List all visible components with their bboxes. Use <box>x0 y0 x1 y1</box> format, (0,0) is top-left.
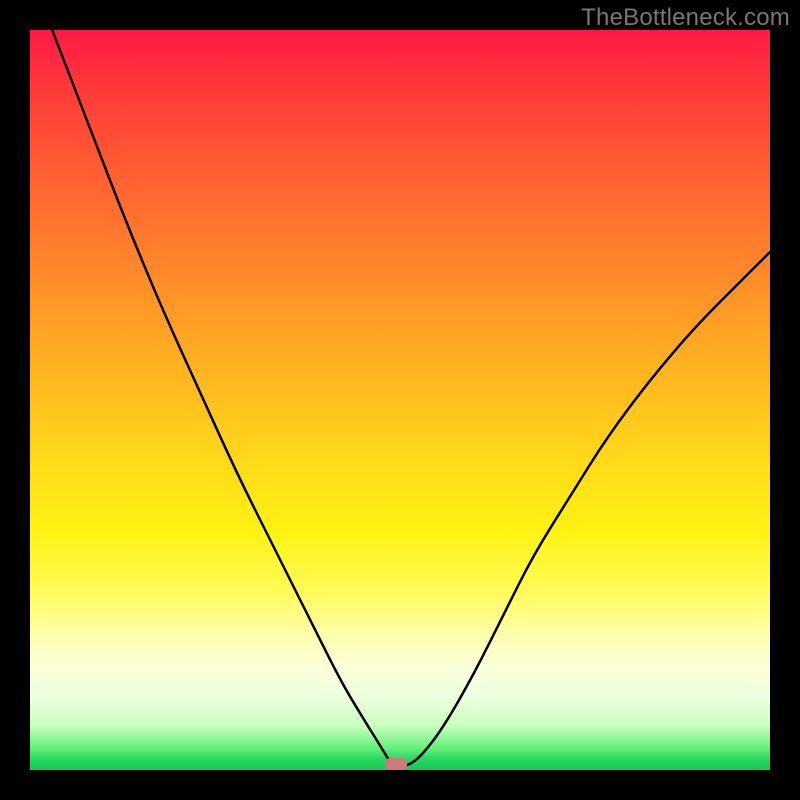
optimum-marker <box>385 758 407 770</box>
curve-layer <box>30 30 770 770</box>
plot-area <box>30 30 770 770</box>
bottleneck-curve <box>52 30 770 766</box>
watermark-text: TheBottleneck.com <box>581 4 790 32</box>
chart-frame: TheBottleneck.com <box>0 0 800 800</box>
